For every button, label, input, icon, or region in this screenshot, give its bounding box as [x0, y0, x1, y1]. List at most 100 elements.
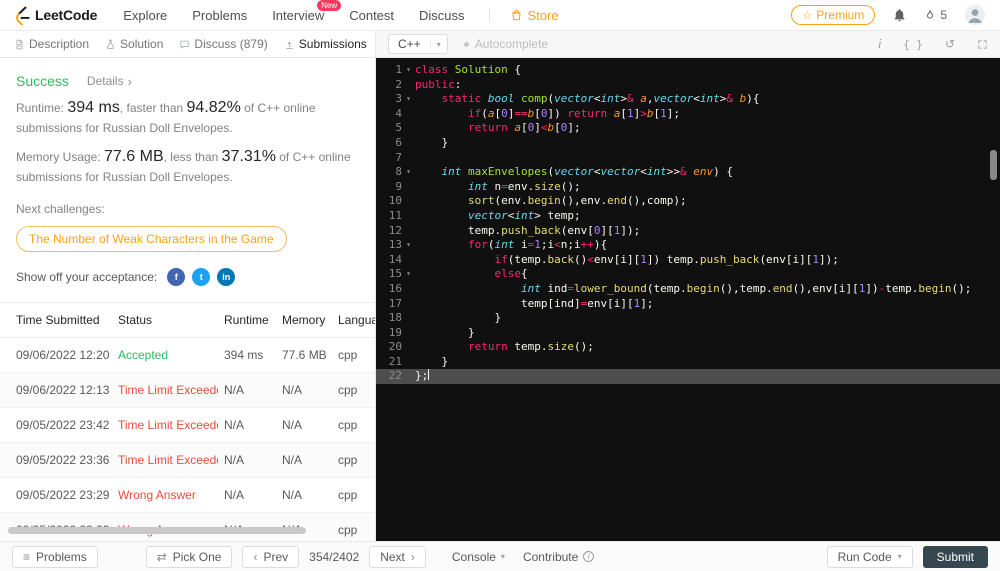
nav-item-discuss[interactable]: Discuss — [419, 8, 465, 23]
facebook-icon[interactable]: f — [167, 268, 185, 286]
fold-arrow-icon[interactable] — [402, 78, 415, 93]
autocomplete-toggle[interactable]: Autocomplete — [464, 37, 548, 51]
code-line-4[interactable]: 4 if(a[0]==b[0]) return a[1]>b[1]; — [376, 107, 1000, 122]
fold-arrow-icon[interactable]: ▾ — [402, 165, 415, 180]
code-line-13[interactable]: 13▾ for(int i=1;i<n;i++){ — [376, 238, 1000, 253]
code-line-9[interactable]: 9 int n=env.size(); — [376, 180, 1000, 195]
fold-arrow-icon[interactable] — [402, 253, 415, 268]
chevron-down-icon: ▾ — [501, 552, 505, 561]
tab-solution[interactable]: Solution — [97, 31, 171, 57]
cell-status[interactable]: Time Limit Exceeded — [112, 373, 218, 408]
scrollbar-thumb[interactable] — [8, 527, 306, 534]
footer-right: Run Code ▾ Submit — [827, 546, 988, 568]
line-number: 16 — [376, 282, 402, 297]
format-code-icon[interactable]: { } — [903, 39, 923, 50]
fold-arrow-icon[interactable] — [402, 151, 415, 166]
language-select[interactable]: C++ ▾ — [388, 34, 448, 54]
submission-status[interactable]: Success — [16, 73, 69, 89]
code-line-1[interactable]: 1▾class Solution { — [376, 63, 1000, 78]
fold-arrow-icon[interactable] — [402, 136, 415, 151]
leetcode-logo[interactable]: LeetCode — [14, 6, 97, 25]
fold-arrow-icon[interactable] — [402, 326, 415, 341]
fold-arrow-icon[interactable] — [402, 121, 415, 136]
info-icon[interactable]: i — [878, 38, 881, 50]
next-button[interactable]: Next › — [369, 546, 426, 568]
code-line-18[interactable]: 18 } — [376, 311, 1000, 326]
chevron-down-icon: ▾ — [898, 552, 902, 561]
editor-scrollbar-thumb[interactable] — [990, 150, 997, 180]
next-challenge-pill[interactable]: The Number of Weak Characters in the Gam… — [16, 226, 287, 252]
fold-arrow-icon[interactable]: ▾ — [402, 92, 415, 107]
cell-lang: cpp — [332, 478, 375, 513]
line-content: temp[ind]=env[i][1]; — [415, 297, 653, 312]
nav-item-explore[interactable]: Explore — [123, 8, 167, 23]
notifications-bell-icon[interactable] — [892, 7, 907, 23]
fold-arrow-icon[interactable]: ▾ — [402, 63, 415, 78]
cell-status[interactable]: Wrong Answer — [112, 478, 218, 513]
code-line-12[interactable]: 12 temp.push_back(env[0][1]); — [376, 224, 1000, 239]
details-link[interactable]: Details› — [87, 74, 132, 88]
fold-arrow-icon[interactable] — [402, 297, 415, 312]
tab-submissions[interactable]: Submissions — [276, 31, 375, 57]
fold-arrow-icon[interactable] — [402, 107, 415, 122]
prev-button[interactable]: ‹ Prev — [242, 546, 299, 568]
avatar[interactable] — [964, 4, 986, 26]
code-line-17[interactable]: 17 temp[ind]=env[i][1]; — [376, 297, 1000, 312]
tab-discuss-879[interactable]: Discuss (879) — [171, 31, 275, 57]
contribute-link[interactable]: Contribute i — [523, 550, 594, 564]
code-line-20[interactable]: 20 return temp.size(); — [376, 340, 1000, 355]
nav-item-contest[interactable]: Contest — [349, 8, 394, 23]
code-line-21[interactable]: 21 } — [376, 355, 1000, 370]
fullscreen-icon[interactable] — [977, 39, 988, 50]
reset-code-icon[interactable]: ↺ — [945, 38, 955, 50]
cell-status[interactable]: Accepted — [112, 338, 218, 373]
code-editor[interactable]: 1▾class Solution {2public:3▾ static bool… — [376, 58, 1000, 541]
code-line-8[interactable]: 8▾ int maxEnvelopes(vector<vector<int>>&… — [376, 165, 1000, 180]
tab-description[interactable]: Description — [6, 31, 97, 57]
code-line-19[interactable]: 19 } — [376, 326, 1000, 341]
code-line-15[interactable]: 15▾ else{ — [376, 267, 1000, 282]
line-content: } — [415, 326, 475, 341]
code-line-2[interactable]: 2public: — [376, 78, 1000, 93]
fold-arrow-icon[interactable] — [402, 282, 415, 297]
code-line-11[interactable]: 11 vector<int> temp; — [376, 209, 1000, 224]
nav-item-store[interactable]: Store — [510, 8, 559, 23]
code-line-5[interactable]: 5 return a[0]<b[0]; — [376, 121, 1000, 136]
fold-arrow-icon[interactable] — [402, 209, 415, 224]
tab-label: Submissions — [299, 37, 367, 51]
nav-item-problems[interactable]: Problems — [192, 8, 247, 23]
code-line-7[interactable]: 7 — [376, 151, 1000, 166]
run-code-button[interactable]: Run Code ▾ — [827, 546, 913, 568]
console-toggle[interactable]: Console ▾ — [452, 550, 505, 564]
cell-status[interactable]: Time Limit Exceeded — [112, 443, 218, 478]
linkedin-icon[interactable]: in — [217, 268, 235, 286]
fold-arrow-icon[interactable] — [402, 180, 415, 195]
submit-button[interactable]: Submit — [923, 546, 988, 568]
pick-one-button[interactable]: ⇄ Pick One — [146, 546, 233, 568]
fold-arrow-icon[interactable]: ▾ — [402, 267, 415, 282]
fold-arrow-icon[interactable] — [402, 340, 415, 355]
store-bag-icon — [510, 8, 523, 22]
code-line-22[interactable]: 22}; — [376, 369, 1000, 384]
daily-streak[interactable]: 5 — [924, 8, 947, 22]
problems-list-button[interactable]: ≡ Problems — [12, 546, 98, 568]
cell-lang: cpp — [332, 443, 375, 478]
premium-button[interactable]: ☆ Premium — [791, 5, 875, 25]
code-line-3[interactable]: 3▾ static bool comp(vector<int>& a,vecto… — [376, 92, 1000, 107]
table-horizontal-scrollbar[interactable] — [8, 527, 368, 534]
fold-arrow-icon[interactable] — [402, 224, 415, 239]
code-line-10[interactable]: 10 sort(env.begin(),env.end(),comp); — [376, 194, 1000, 209]
twitter-icon[interactable]: t — [192, 268, 210, 286]
code-line-6[interactable]: 6 } — [376, 136, 1000, 151]
fold-arrow-icon[interactable] — [402, 311, 415, 326]
fold-arrow-icon[interactable]: ▾ — [402, 238, 415, 253]
cell-time: 09/06/2022 12:13 — [0, 373, 112, 408]
fold-arrow-icon[interactable] — [402, 194, 415, 209]
code-line-16[interactable]: 16 int ind=lower_bound(temp.begin(),temp… — [376, 282, 1000, 297]
nav-item-interview[interactable]: InterviewNew — [272, 8, 324, 23]
code-line-14[interactable]: 14 if(temp.back()<env[i][1]) temp.push_b… — [376, 253, 1000, 268]
line-number: 17 — [376, 297, 402, 312]
fold-arrow-icon[interactable] — [402, 369, 415, 384]
cell-status[interactable]: Time Limit Exceeded — [112, 408, 218, 443]
fold-arrow-icon[interactable] — [402, 355, 415, 370]
